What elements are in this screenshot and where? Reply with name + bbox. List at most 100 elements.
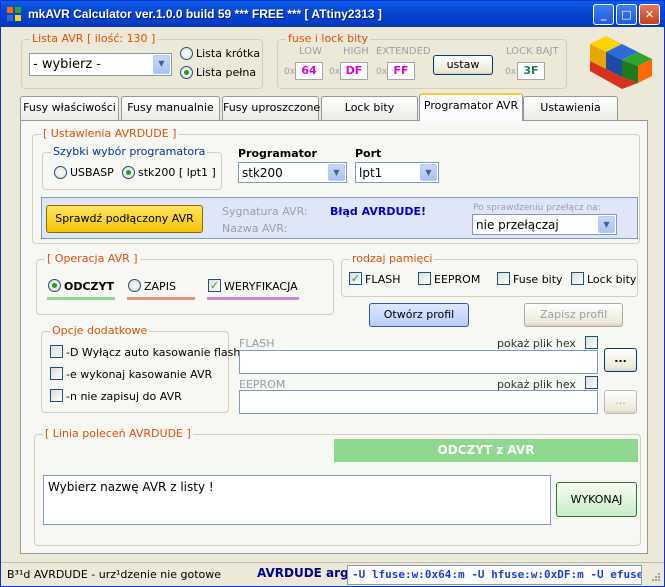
write-underline <box>127 297 195 300</box>
fuse-low-label: LOW <box>299 46 322 57</box>
status-bar: B³¹d AVRDUDE - urz¹dzenie nie gotowe AVR… <box>1 562 664 586</box>
signature-value: Błąd AVRDUDE! <box>330 205 427 218</box>
operation-banner: ODCZYT z AVR <box>334 439 638 462</box>
flash-show-hex-label: pokaż plik hex <box>497 337 576 350</box>
avrdude-args-label: AVRDUDE arg. <box>257 566 354 580</box>
radio-read[interactable] <box>48 279 61 292</box>
lock-byte-value[interactable]: 3F <box>517 62 545 80</box>
opt-d-label: -D Wyłącz auto kasowanie flash <box>66 346 241 359</box>
status-message: B³¹d AVRDUDE - urz¹dzenie nie gotowe <box>7 568 222 581</box>
memory-fuse-checkbox[interactable] <box>497 272 510 285</box>
ext-hex-prefix: 0x <box>376 67 388 77</box>
app-icon <box>7 7 21 21</box>
tab-lock-bits[interactable]: Lock bity <box>321 96 418 120</box>
fuse-group-title: fuse i lock bity <box>286 32 370 45</box>
resize-grip-icon[interactable] <box>649 572 661 584</box>
fuse-high-value[interactable]: DF <box>340 62 368 80</box>
radio-write[interactable] <box>128 279 141 292</box>
memory-flash-label: FLASH <box>365 273 401 286</box>
signature-label: Sygnatura AVR: <box>222 205 308 218</box>
maximize-button[interactable]: □ <box>616 4 637 25</box>
chevron-down-icon[interactable]: ▼ <box>420 164 437 181</box>
tab-settings[interactable]: Ustawienia <box>523 96 618 120</box>
port-select[interactable]: lpt1 ▼ <box>355 162 439 183</box>
fuse-high-label: HIGH <box>343 46 369 57</box>
avr-list-group-title: Lista AVR [ ilość: 130 ] <box>30 32 158 45</box>
flash-show-hex-checkbox[interactable] <box>585 336 598 349</box>
flash-browse-button[interactable]: ... <box>604 348 637 372</box>
minimize-button[interactable]: _ <box>593 4 614 25</box>
options-group-title: Opcje dodatkowe <box>50 324 150 337</box>
eeprom-browse-button[interactable]: ... <box>604 390 637 414</box>
radio-list-short[interactable] <box>180 47 193 60</box>
opt-e-checkbox[interactable] <box>50 367 63 380</box>
eeprom-file-input[interactable] <box>239 390 598 414</box>
open-profile-button[interactable]: Otwórz profil <box>369 303 469 327</box>
programmer-select[interactable]: stk200 ▼ <box>238 162 347 183</box>
logo-cubes-icon <box>590 36 652 89</box>
switch-after-label: Po sprawdzeniu przełącz na: <box>473 203 601 213</box>
chevron-down-icon[interactable]: ▼ <box>328 164 345 181</box>
verify-label: WERYFIKACJA <box>224 280 298 293</box>
avr-name-label: Nazwa AVR: <box>222 222 288 235</box>
radio-read-label: ODCZYT <box>64 280 114 293</box>
tab-fuse-manual[interactable]: Fusy manualnie <box>121 96 220 120</box>
memory-flash-checkbox[interactable]: ✓ <box>349 272 362 285</box>
memory-eeprom-label: EEPROM <box>434 273 481 286</box>
opt-n-label: -n nie zapisuj do AVR <box>66 390 182 403</box>
radio-stk200[interactable] <box>122 166 135 179</box>
tab-fuse-simplified[interactable]: Fusy uproszczone <box>222 96 320 120</box>
avr-select-value: - wybierz - <box>33 57 102 72</box>
close-button[interactable]: ✕ <box>639 4 660 25</box>
memory-eeprom-checkbox[interactable] <box>418 272 431 285</box>
tab-fuse-properties[interactable]: Fusy właściwości <box>20 96 119 120</box>
save-profile-button[interactable]: Zapisz profil <box>524 303 623 327</box>
memory-fuse-label: Fuse bity <box>513 273 563 286</box>
avrdude-args-value: -U lfuse:w:0x64:m -U hfuse:w:0xDF:m -U e… <box>352 568 641 581</box>
switch-after-select[interactable]: nie przełączaj ▼ <box>472 214 617 235</box>
eeprom-show-hex-checkbox[interactable] <box>585 376 598 389</box>
cmdline-textarea[interactable]: Wybierz nazwę AVR z listy ! <box>43 475 551 525</box>
port-select-value: lpt1 <box>359 166 383 180</box>
set-fuse-button[interactable]: ustaw <box>433 55 493 75</box>
fuse-ext-value[interactable]: FF <box>387 62 415 80</box>
programmer-label: Programator <box>238 147 317 160</box>
verify-underline <box>207 297 299 300</box>
tab-programmer[interactable]: Programator AVR <box>419 93 523 121</box>
read-underline <box>47 297 115 300</box>
fuse-ext-label: EXTENDED <box>376 46 431 57</box>
radio-write-label: ZAPIS <box>144 280 176 293</box>
avrdude-settings-title: [ Ustawienia AVRDUDE ] <box>41 127 179 140</box>
app-window: mkAVR Calculator ver.1.0.0 build 59 *** … <box>0 0 665 587</box>
check-avr-button[interactable]: Sprawdź podłączony AVR <box>46 205 203 233</box>
radio-usbasp[interactable] <box>54 166 67 179</box>
avrdude-args-field[interactable]: -U lfuse:w:0x64:m -U hfuse:w:0xDF:m -U e… <box>347 565 642 585</box>
flash-file-input[interactable] <box>239 350 598 374</box>
cmdline-group-title: [ Linia poleceń AVRDUDE ] <box>43 427 193 440</box>
high-hex-prefix: 0x <box>329 67 341 77</box>
chevron-down-icon[interactable]: ▼ <box>153 55 170 74</box>
radio-list-full-label: Lista pełna <box>196 66 257 79</box>
low-hex-prefix: 0x <box>284 67 296 77</box>
title-bar[interactable]: mkAVR Calculator ver.1.0.0 build 59 *** … <box>1 1 664 27</box>
radio-usbasp-label: USBASP <box>70 166 114 179</box>
radio-stk200-label: stk200 [ lpt1 ] <box>138 166 216 179</box>
avr-select[interactable]: - wybierz - ▼ <box>29 53 172 76</box>
memory-lock-label: Lock bity <box>587 273 637 286</box>
chevron-down-icon[interactable]: ▼ <box>598 216 615 233</box>
fuse-low-value[interactable]: 64 <box>295 62 323 80</box>
memory-type-title: rodzaj pamięci <box>350 252 435 265</box>
radio-list-short-label: Lista krótka <box>196 47 261 60</box>
port-label: Port <box>355 147 382 160</box>
lock-hex-prefix: 0x <box>505 67 517 77</box>
opt-n-checkbox[interactable] <box>50 389 63 402</box>
programmer-select-value: stk200 <box>242 166 283 180</box>
verify-checkbox[interactable]: ✓ <box>208 279 221 292</box>
opt-d-checkbox[interactable] <box>50 345 63 358</box>
execute-button[interactable]: WYKONAJ <box>556 482 637 517</box>
radio-list-full[interactable] <box>180 66 193 79</box>
memory-lock-checkbox[interactable] <box>571 272 584 285</box>
lock-byte-label: LOCK BAJT <box>506 46 559 57</box>
operation-group-title: [ Operacja AVR ] <box>45 252 140 265</box>
switch-after-value: nie przełączaj <box>476 218 559 232</box>
